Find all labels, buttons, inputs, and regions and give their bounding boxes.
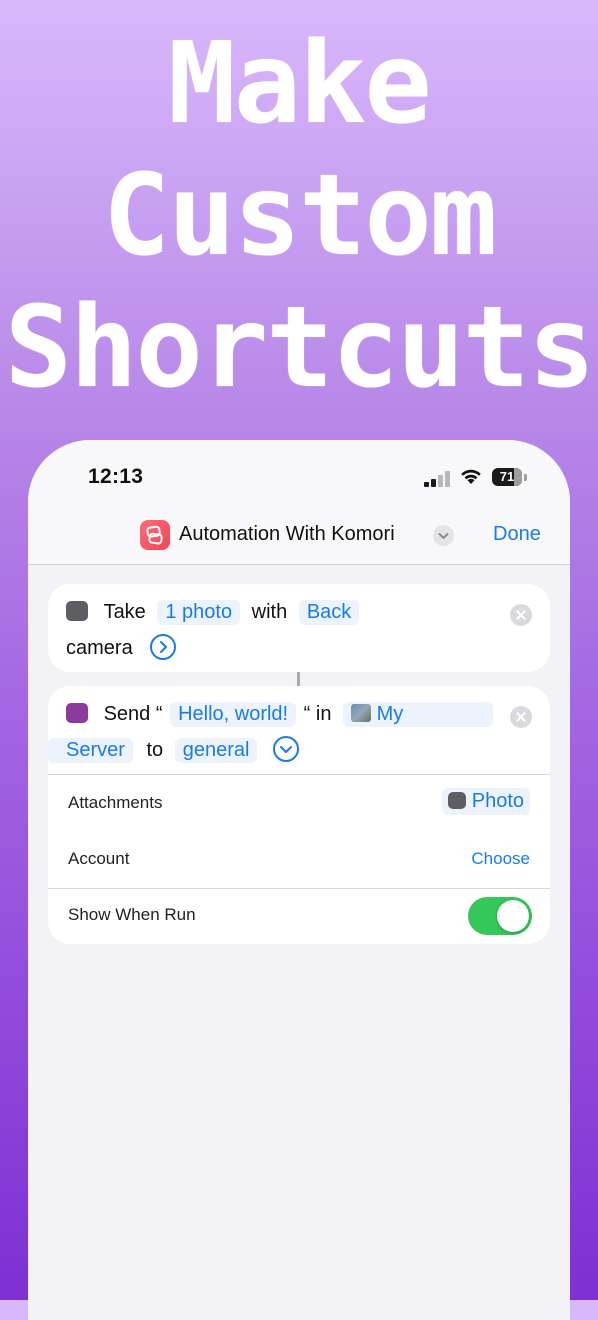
send-action-line-2: Server to general: [48, 736, 299, 763]
send-message-action-card[interactable]: Send “ Hello, world! “ in My Server to g…: [48, 686, 550, 944]
chevron-down-icon[interactable]: [433, 525, 454, 546]
show-when-run-row: Show When Run: [48, 888, 550, 944]
take-photo-action-card[interactable]: Take 1 photo with Back camera: [48, 584, 550, 672]
server-name-part-1: My: [376, 703, 404, 725]
send-action-line-1: Send “ Hello, world! “ in My: [66, 702, 494, 727]
divider: [48, 774, 550, 775]
show-when-run-toggle[interactable]: [468, 897, 532, 935]
headline-line-2: Custom: [102, 151, 498, 281]
action-connector: [297, 672, 300, 686]
discord-bot-icon: [66, 703, 88, 723]
toggle-knob[interactable]: [497, 900, 529, 932]
status-time: 12:13: [88, 465, 144, 488]
wifi-icon: [460, 467, 482, 487]
send-to-text: to: [146, 739, 164, 761]
message-token[interactable]: Hello, world!: [170, 702, 297, 727]
remove-action-icon[interactable]: [510, 604, 532, 626]
top-bar: 12:13 71 Automation With Komori Done: [28, 440, 570, 565]
server-name-part-2[interactable]: Server: [48, 738, 133, 763]
done-button[interactable]: Done: [493, 523, 541, 546]
server-thumbnail-icon: [351, 704, 372, 722]
shortcut-title[interactable]: Automation With Komori: [179, 523, 395, 546]
camera-icon: [66, 601, 88, 621]
server-token[interactable]: My: [343, 702, 494, 727]
account-choose-button[interactable]: Choose: [471, 849, 530, 869]
take-action-line-2: camera: [66, 634, 177, 660]
photo-count-token[interactable]: 1 photo: [157, 600, 241, 625]
show-when-run-label: Show When Run: [68, 905, 196, 924]
battery-icon: 71: [492, 468, 528, 488]
cellular-signal-icon: [424, 470, 454, 487]
shortcuts-icon: [140, 520, 170, 550]
attachments-photo-token[interactable]: Photo: [442, 788, 530, 815]
take-verb: Take: [103, 601, 146, 623]
chevron-right-icon[interactable]: [150, 634, 177, 660]
send-verb: Send “: [103, 703, 163, 725]
headline: Make Custom Shortcuts: [0, 18, 598, 414]
headline-line-1: Make: [168, 19, 432, 149]
camera-position-token[interactable]: Back: [298, 600, 360, 625]
remove-action-icon[interactable]: [510, 706, 532, 728]
account-row[interactable]: Account Choose: [48, 832, 550, 888]
camera-text: camera: [66, 637, 133, 659]
channel-token[interactable]: general: [174, 738, 258, 763]
send-in-text: “ in: [303, 703, 332, 725]
battery-percent: 71: [499, 469, 515, 484]
chevron-down-circle-icon[interactable]: [273, 736, 299, 762]
take-with-text: with: [251, 601, 288, 623]
take-action-line-1: Take 1 photo with Back: [66, 600, 360, 625]
camera-icon: [448, 792, 467, 809]
shortcut-title-bar: Automation With Komori Done: [28, 518, 570, 554]
account-label: Account: [68, 849, 130, 868]
headline-line-3: Shortcuts: [4, 283, 596, 413]
attachments-label: Attachments: [68, 793, 163, 812]
attachments-value: Photo: [471, 790, 524, 812]
phone-screen: 12:13 71 Automation With Komori Done Tak…: [28, 440, 570, 1320]
attachments-row[interactable]: Attachments Photo: [48, 776, 550, 832]
